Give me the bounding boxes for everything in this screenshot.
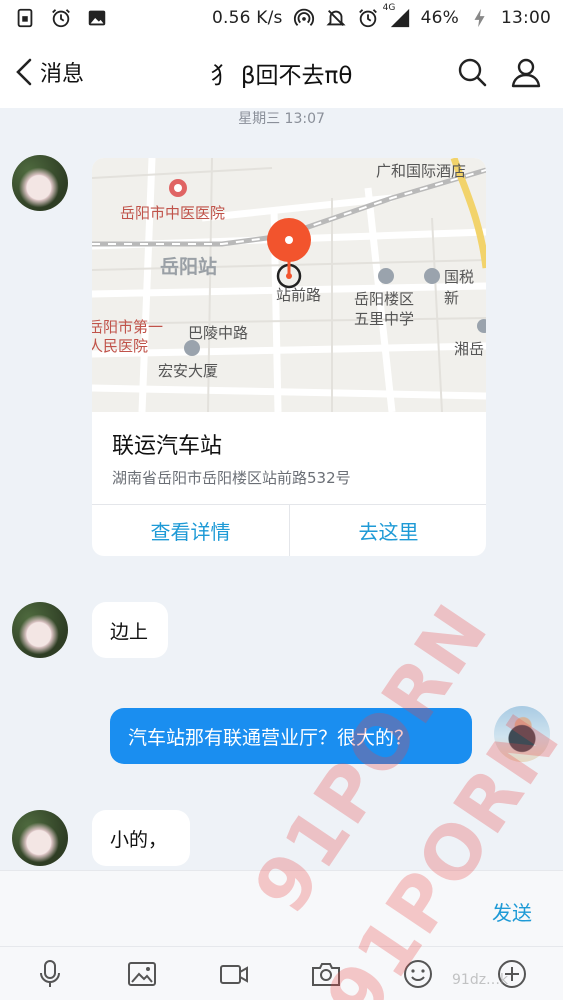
status-right: 0.56 K/s 4G 46% 13:00 xyxy=(212,3,551,29)
message-timestamp: 星期三 13:07 xyxy=(238,111,325,127)
hotspot-icon xyxy=(293,7,315,29)
view-details-button[interactable]: 查看详情 xyxy=(92,505,289,556)
avatar[interactable] xyxy=(12,155,68,211)
map-label-road-front: 站前路 xyxy=(276,286,322,304)
map-label-hospital-tcm: 岳阳市中医医院 xyxy=(120,204,226,222)
search-icon[interactable] xyxy=(456,56,488,88)
battery-level: 46% xyxy=(420,8,459,28)
mute-icon xyxy=(325,7,347,29)
signal-icon: 4G xyxy=(383,3,411,29)
profile-icon[interactable] xyxy=(510,56,542,88)
emoji-icon[interactable] xyxy=(402,958,434,990)
chat-header: 消息 犭 β回不去πθ xyxy=(0,36,563,108)
location-card[interactable]: 广和国际酒店 岳阳市中医医院 岳阳站 站前路 岳阳楼区 五里中学 国税新 岳阳市… xyxy=(92,158,486,556)
map-label-hospital-1: 岳阳市第一 xyxy=(92,318,164,336)
map-label-road-baling: 巴陵中路 xyxy=(188,324,249,342)
camera-icon[interactable] xyxy=(310,958,342,990)
location-name: 联运汽车站 xyxy=(112,434,223,459)
message-text: 边上 xyxy=(110,620,149,643)
alarm-icon xyxy=(50,7,72,29)
image-icon xyxy=(86,7,108,29)
input-area: 发送 xyxy=(0,870,563,946)
input-toolbar xyxy=(0,946,563,1000)
map-label-district: 岳阳楼区 xyxy=(354,290,415,308)
location-map[interactable]: 广和国际酒店 岳阳市中医医院 岳阳站 站前路 岳阳楼区 五里中学 国税新 岳阳市… xyxy=(92,158,486,412)
send-button[interactable]: 发送 xyxy=(492,897,532,926)
map-label-hotel: 广和国际酒店 xyxy=(376,162,467,180)
message-text: 小的， xyxy=(110,828,168,851)
sim-icon xyxy=(14,7,36,29)
map-label-tax: 国税新 xyxy=(444,268,475,307)
network-type: 4G xyxy=(382,3,396,13)
alarm-icon xyxy=(357,7,379,29)
message-bubble-incoming[interactable]: 小的， xyxy=(92,810,190,866)
avatar[interactable] xyxy=(12,602,68,658)
clock: 13:00 xyxy=(501,8,551,28)
message-bubble-incoming[interactable]: 边上 xyxy=(92,602,168,658)
chat-area[interactable]: 星期三 13:07 广和国际酒店 岳阳市中医医院 岳阳站 站前路 岳阳楼区 五里… xyxy=(0,108,563,870)
map-label-station: 岳阳站 xyxy=(160,256,218,278)
network-speed: 0.56 K/s xyxy=(212,8,283,28)
navigate-here-button[interactable]: 去这里 xyxy=(290,505,486,556)
status-left xyxy=(14,7,108,29)
message-text: 汽车站那有联通营业厅？很大的？ xyxy=(128,726,414,749)
avatar[interactable] xyxy=(12,810,68,866)
charging-icon xyxy=(469,7,491,29)
location-address: 湖南省岳阳市岳阳楼区站前路532号 xyxy=(112,469,351,487)
status-bar: 0.56 K/s 4G 46% 13:00 xyxy=(0,0,563,36)
plus-icon[interactable] xyxy=(496,958,528,990)
map-label-school: 五里中学 xyxy=(354,310,415,328)
map-label-building: 宏安大厦 xyxy=(158,362,219,380)
message-bubble-outgoing[interactable]: 汽车站那有联通营业厅？很大的？ xyxy=(110,708,472,764)
picture-icon[interactable] xyxy=(126,958,158,990)
map-label-xiangyue: 湘岳 xyxy=(454,340,485,358)
video-icon[interactable] xyxy=(218,958,250,990)
avatar[interactable] xyxy=(494,706,550,762)
map-label-hospital-1b: 人民医院 xyxy=(92,337,149,355)
message-input[interactable] xyxy=(14,883,474,935)
microphone-icon[interactable] xyxy=(34,958,66,990)
